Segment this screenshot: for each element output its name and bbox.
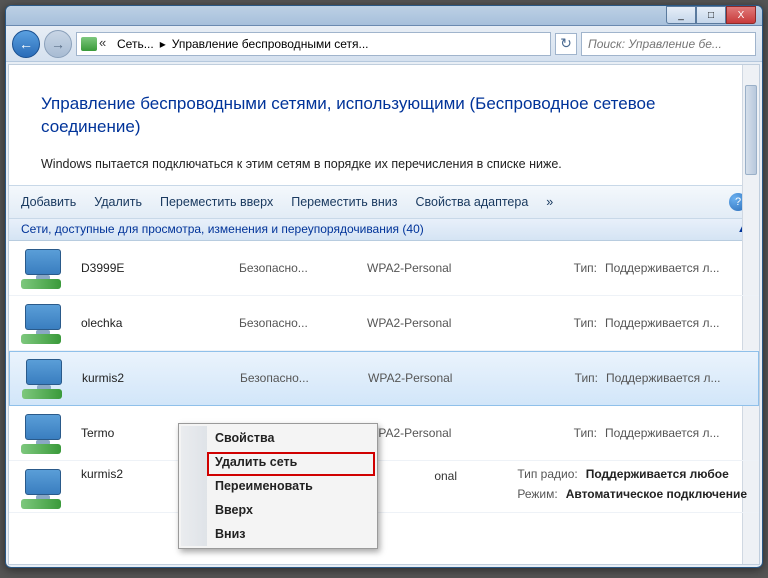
encryption-value: WPA2-Personal bbox=[368, 371, 548, 385]
maximize-button[interactable]: □ bbox=[696, 6, 726, 24]
page-title: Управление беспроводными сетями, использ… bbox=[41, 93, 727, 139]
window-controls: _ □ X bbox=[666, 6, 756, 24]
command-toolbar: Добавить Удалить Переместить вверх Перем… bbox=[9, 185, 759, 219]
window-titlebar: _ □ X bbox=[6, 6, 762, 26]
content-pane: Управление беспроводными сетями, использ… bbox=[8, 64, 760, 565]
network-icon bbox=[81, 37, 97, 51]
navigation-bar: ← → Сеть... ▸ Управление беспроводными с… bbox=[6, 26, 762, 62]
encryption-value: WPA2-Personal bbox=[367, 261, 547, 275]
type-value: Поддерживается л... bbox=[605, 316, 747, 330]
nav-forward-button[interactable]: → bbox=[44, 30, 72, 58]
network-name: kurmis2 bbox=[82, 371, 232, 385]
network-row[interactable]: Termo Безопасно... WPA2-Personal Тип: По… bbox=[9, 406, 759, 461]
page-header: Управление беспроводными сетями, использ… bbox=[9, 65, 759, 185]
type-label: Тип: bbox=[555, 316, 597, 330]
address-breadcrumb[interactable]: Сеть... ▸ Управление беспроводными сетя.… bbox=[76, 32, 551, 56]
minimize-button[interactable]: _ bbox=[666, 6, 696, 24]
network-list: D3999E Безопасно... WPA2-Personal Тип: П… bbox=[9, 241, 759, 513]
explorer-window: _ □ X ← → Сеть... ▸ Управление беспровод… bbox=[5, 5, 763, 568]
ctx-delete-network[interactable]: Удалить сеть bbox=[181, 450, 375, 474]
ctx-move-up[interactable]: Вверх bbox=[181, 498, 375, 522]
mode-label: Режим: bbox=[517, 487, 557, 501]
toolbar-adapter-props[interactable]: Свойства адаптера bbox=[416, 195, 529, 209]
network-details: Тип радио: Поддерживается любое Режим: А… bbox=[517, 467, 747, 501]
network-row[interactable]: D3999E Безопасно... WPA2-Personal Тип: П… bbox=[9, 241, 759, 296]
wifi-network-icon bbox=[21, 412, 73, 454]
encryption-value: WPA2-Personal bbox=[367, 316, 547, 330]
search-input[interactable] bbox=[581, 32, 756, 56]
network-row[interactable]: olechka Безопасно... WPA2-Personal Тип: … bbox=[9, 296, 759, 351]
breadcrumb-seg1[interactable]: Сеть... bbox=[117, 37, 154, 51]
ctx-rename[interactable]: Переименовать bbox=[181, 474, 375, 498]
mode-value: Автоматическое подключение bbox=[566, 487, 747, 501]
list-group-header[interactable]: Сети, доступные для просмотра, изменения… bbox=[9, 219, 759, 241]
wifi-network-icon bbox=[21, 302, 73, 344]
encryption-value: WPA2-Personal bbox=[367, 426, 547, 440]
toolbar-remove[interactable]: Удалить bbox=[94, 195, 142, 209]
scrollbar-thumb[interactable] bbox=[745, 85, 757, 175]
page-subtitle: Windows пытается подключаться к этим сет… bbox=[41, 157, 727, 171]
context-menu: Свойства Удалить сеть Переименовать Ввер… bbox=[178, 423, 378, 549]
refresh-button[interactable]: ↻ bbox=[555, 33, 577, 55]
radio-type-label: Тип радио: bbox=[517, 467, 577, 481]
nav-back-button[interactable]: ← bbox=[12, 30, 40, 58]
radio-type-value: Поддерживается любое bbox=[586, 467, 729, 481]
toolbar-move-down[interactable]: Переместить вниз bbox=[291, 195, 397, 209]
close-button[interactable]: X bbox=[726, 6, 756, 24]
type-label: Тип: bbox=[555, 426, 597, 440]
type-label: Тип: bbox=[556, 371, 598, 385]
wifi-network-icon bbox=[21, 247, 73, 289]
network-name: olechka bbox=[81, 316, 231, 330]
ctx-move-down[interactable]: Вниз bbox=[181, 522, 375, 546]
security-label: Безопасно... bbox=[240, 371, 360, 385]
type-value: Поддерживается л... bbox=[605, 261, 747, 275]
toolbar-add[interactable]: Добавить bbox=[21, 195, 76, 209]
type-value: Поддерживается л... bbox=[606, 371, 746, 385]
ctx-properties[interactable]: Свойства bbox=[181, 426, 375, 450]
type-label: Тип: bbox=[555, 261, 597, 275]
security-label: Безопасно... bbox=[239, 261, 359, 275]
toolbar-more[interactable]: » bbox=[546, 195, 553, 209]
network-name: D3999E bbox=[81, 261, 231, 275]
wifi-network-icon bbox=[22, 357, 74, 399]
type-value: Поддерживается л... bbox=[605, 426, 747, 440]
wifi-network-icon bbox=[21, 467, 73, 509]
network-row[interactable]: kurmis2 onal Тип радио: Поддерживается л… bbox=[9, 461, 759, 513]
toolbar-move-up[interactable]: Переместить вверх bbox=[160, 195, 273, 209]
breadcrumb-seg2[interactable]: Управление беспроводными сетя... bbox=[172, 37, 369, 51]
list-group-title: Сети, доступные для просмотра, изменения… bbox=[21, 222, 424, 236]
security-label: Безопасно... bbox=[239, 316, 359, 330]
breadcrumb-arrow-icon: ▸ bbox=[160, 37, 166, 51]
network-row-selected[interactable]: kurmis2 Безопасно... WPA2-Personal Тип: … bbox=[9, 351, 759, 406]
